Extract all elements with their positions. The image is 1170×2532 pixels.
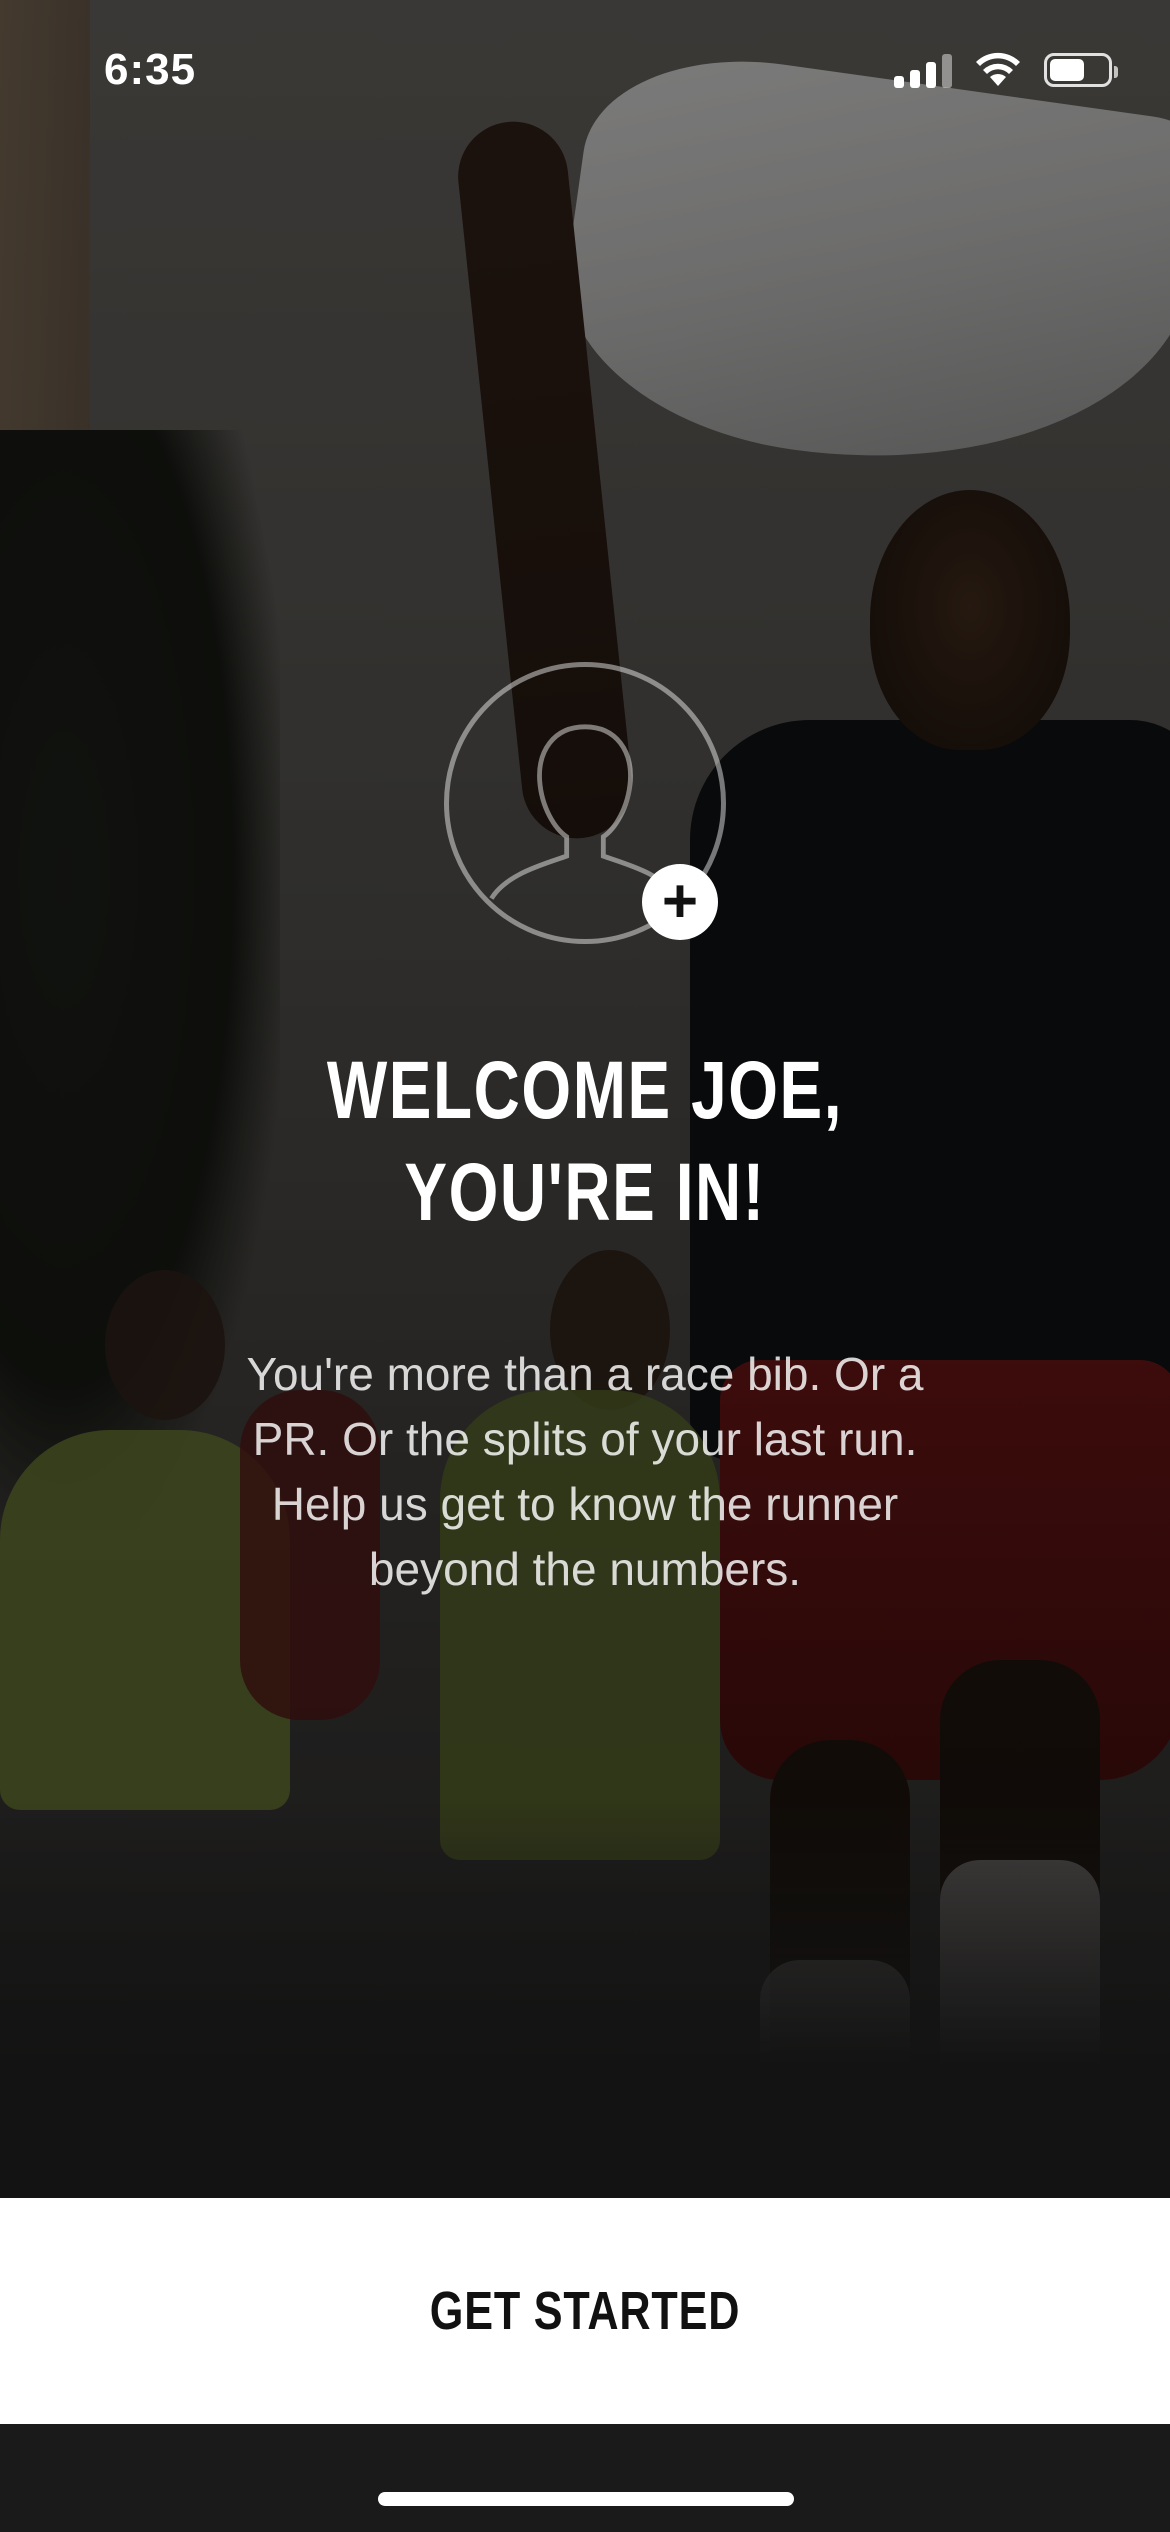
wifi-icon [976, 52, 1020, 86]
welcome-line-2: YOU'RE IN! [404, 1147, 766, 1238]
welcome-screen: 6:35 + WELCOME JOE, YOU'RE IN! You're mo… [0, 0, 1170, 2532]
background-overlay [0, 0, 1170, 2532]
bottom-safe-area [0, 2424, 1170, 2532]
status-bar: 6:35 [0, 0, 1170, 140]
home-indicator[interactable] [378, 2492, 794, 2506]
get-started-button[interactable]: GET STARTED [0, 2198, 1170, 2424]
cellular-signal-icon [894, 52, 952, 88]
welcome-description: You're more than a race bib. Or a PR. Or… [246, 1348, 924, 1595]
welcome-heading: WELCOME JOE, YOU'RE IN! [0, 1040, 1170, 1244]
get-started-label: GET STARTED [429, 2281, 741, 2341]
plus-icon: + [661, 867, 699, 936]
add-photo-button[interactable]: + [642, 864, 718, 940]
welcome-line-1: WELCOME JOE, [326, 1045, 844, 1136]
status-time: 6:35 [104, 45, 197, 94]
battery-icon [1044, 53, 1118, 87]
status-icons [894, 52, 1118, 88]
